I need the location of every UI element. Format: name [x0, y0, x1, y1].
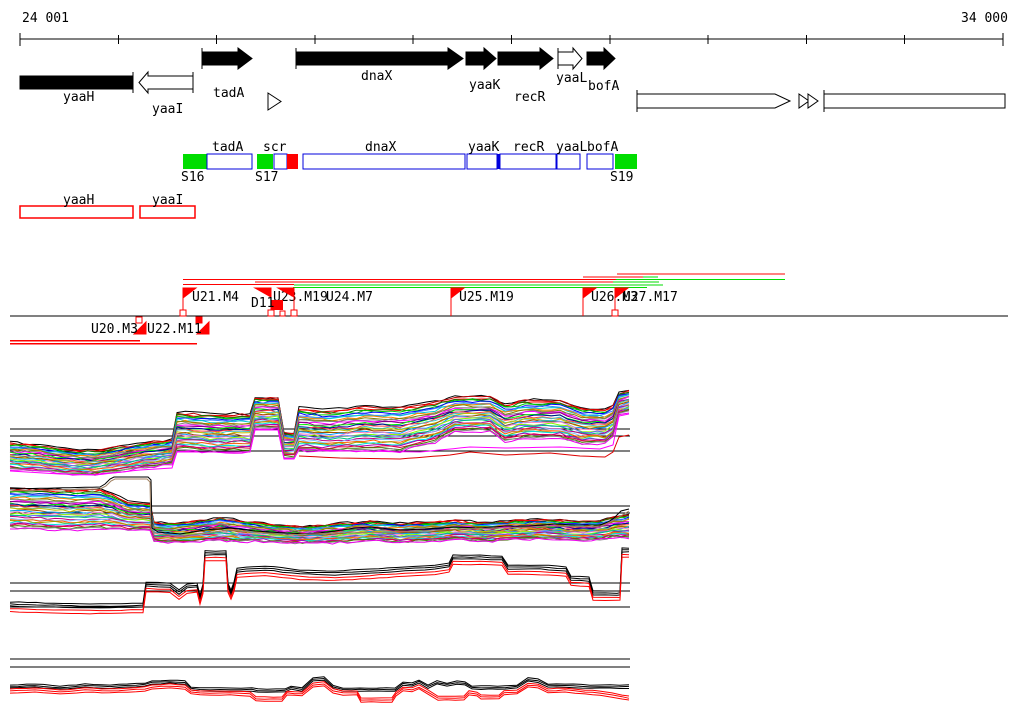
- segment-label: yaaL: [556, 140, 587, 155]
- segment-gene-box[interactable]: [499, 153, 557, 170]
- probe-base-square: [611, 309, 619, 317]
- gene-label: tadA: [213, 86, 244, 101]
- gene-yaaH[interactable]: [19, 75, 134, 90]
- segment-id-label: S19: [610, 170, 633, 185]
- segment-probe-box[interactable]: [257, 154, 273, 169]
- segment-label: recR: [513, 140, 544, 155]
- expression-profile-line: [9, 547, 630, 605]
- gene-tadA[interactable]: [201, 47, 253, 70]
- probe-label: U24.M7: [326, 290, 373, 305]
- red-box-label: yaaH: [63, 193, 94, 208]
- segment-probe-box[interactable]: [183, 154, 207, 169]
- probe-label: U22.M11: [147, 322, 202, 337]
- gene-label: bofA: [588, 79, 619, 94]
- probe-label: U27.M17: [623, 290, 678, 305]
- segment-gene-box[interactable]: [273, 153, 288, 170]
- genome-browser-window: 24 001 34 000 yaaH yaaI tadA dnaX yaaK recR ya…: [0, 0, 1024, 714]
- segment-label: tadA: [212, 140, 243, 155]
- probe-label: U25.M19: [459, 290, 514, 305]
- gene-label: recR: [514, 90, 545, 105]
- gene-label: yaaH: [63, 90, 94, 105]
- gene-bofA[interactable]: [586, 46, 616, 71]
- probe-base-square: [279, 310, 286, 317]
- segment-gene-box[interactable]: [466, 153, 498, 170]
- probe-label: D11: [251, 296, 274, 311]
- probe-label: U20.M3: [91, 322, 138, 337]
- probe-base-square: [290, 309, 298, 317]
- segment-gene-box[interactable]: [586, 153, 614, 170]
- segment-label: bofA: [587, 140, 618, 155]
- probe-base-square: [179, 309, 187, 317]
- expression-profile-line: [9, 549, 629, 607]
- gene-yaaL[interactable]: [557, 46, 583, 71]
- segment-label: scr: [263, 140, 287, 155]
- gene-dnaX[interactable]: [295, 47, 464, 70]
- gene-yaaK[interactable]: [465, 46, 497, 71]
- chevron-icon[interactable]: [807, 93, 819, 109]
- segment-gene-box[interactable]: [206, 153, 253, 170]
- genome-browser-scene: yaaHyaaItadAdnaXyaaKrecRyaaLbofAtadA scr d…: [9, 33, 1008, 703]
- expression-profile-line: [9, 393, 630, 455]
- gene-label: yaaK: [469, 78, 500, 93]
- red-box-label: yaaI: [152, 193, 183, 208]
- scr-red-box[interactable]: [287, 154, 298, 169]
- segment-id-label: S16: [181, 170, 204, 185]
- segment-gene-box[interactable]: [556, 153, 581, 170]
- segment-label: dnaX: [365, 140, 396, 155]
- gene-label: dnaX: [361, 69, 392, 84]
- small-arrow-feature[interactable]: [267, 92, 282, 111]
- segment-gene-box[interactable]: [302, 153, 466, 170]
- segment-label: yaaK: [468, 140, 499, 155]
- gene-yaaI[interactable]: [138, 70, 194, 95]
- gene-feature[interactable]: [636, 93, 792, 109]
- segment-id-label: S17: [255, 170, 278, 185]
- segment-probe-box[interactable]: [615, 154, 637, 169]
- gene-label: yaaL: [556, 71, 587, 86]
- gene-recR[interactable]: [497, 46, 554, 71]
- probe-label: U21.M4: [192, 290, 239, 305]
- gene-feature[interactable]: [823, 93, 1006, 109]
- gene-label: yaaI: [152, 102, 183, 117]
- expression-profile-line: [10, 393, 630, 456]
